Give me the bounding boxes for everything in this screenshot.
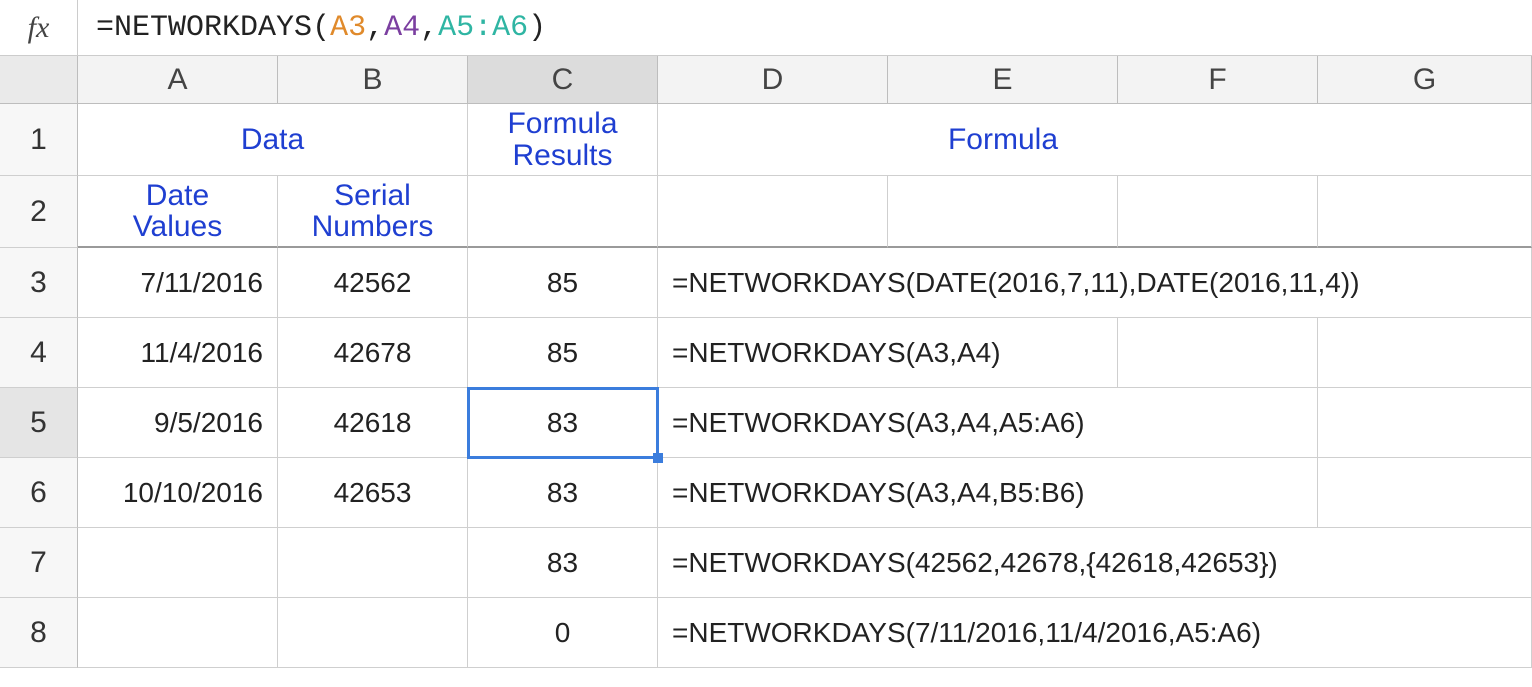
cell-G1[interactable] [1318,104,1532,176]
header-formula-results-2: Results [512,140,612,172]
header-serial-numbers-2: Numbers [312,211,434,243]
cell-E1[interactable]: Formula [888,104,1118,176]
column-header-row: A B C D E F G [0,56,1532,104]
cell-A2[interactable]: Date Values [78,176,278,248]
fx-icon[interactable]: fx [0,0,78,55]
row-6: 6 10/10/2016 42653 83 =NETWORKDAYS(A3,A4… [0,458,1532,528]
cell-G4[interactable] [1318,318,1532,388]
formula-text-D8: =NETWORKDAYS(7/11/2016,11/4/2016,A5:A6) [672,617,1261,649]
cell-C2[interactable] [468,176,658,248]
cell-C1[interactable]: Formula Results [468,104,658,176]
spreadsheet-grid[interactable]: A B C D E F G 1 Data Formula Results For… [0,56,1532,668]
cell-G7[interactable] [1318,528,1532,598]
cell-C4[interactable]: 85 [468,318,658,388]
col-header-A[interactable]: A [78,56,278,104]
row-header-1[interactable]: 1 [0,104,78,176]
cell-D5[interactable]: =NETWORKDAYS(A3,A4,A5:A6) [658,388,888,458]
formula-text-D3: =NETWORKDAYS(DATE(2016,7,11),DATE(2016,1… [672,267,1360,299]
formula-token-fn: NETWORKDAYS [114,11,312,45]
col-header-D[interactable]: D [658,56,888,104]
formula-bar: fx =NETWORKDAYS(A3,A4,A5:A6) [0,0,1532,56]
cell-B2[interactable]: Serial Numbers [278,176,468,248]
header-date-values-2: Values [133,211,223,243]
col-header-C[interactable]: C [468,56,658,104]
cell-G5[interactable] [1318,388,1532,458]
cell-B7[interactable] [278,528,468,598]
col-header-F[interactable]: F [1118,56,1318,104]
cell-B5[interactable]: 42618 [278,388,468,458]
cell-F6[interactable] [1118,458,1318,528]
row-1: 1 Data Formula Results Formula [0,104,1532,176]
row-4: 4 11/4/2016 42678 85 =NETWORKDAYS(A3,A4) [0,318,1532,388]
cell-B6[interactable]: 42653 [278,458,468,528]
formula-text-D7: =NETWORKDAYS(42562,42678,{42618,42653}) [672,547,1278,579]
cell-C7[interactable]: 83 [468,528,658,598]
select-all-corner[interactable] [0,56,78,104]
col-header-G[interactable]: G [1318,56,1532,104]
header-formula-results-1: Formula [507,108,617,140]
row-5: 5 9/5/2016 42618 83 =NETWORKDAYS(A3,A4,A… [0,388,1532,458]
cell-G2[interactable] [1318,176,1532,248]
cell-C5[interactable]: 83 [468,388,658,458]
cell-A7[interactable] [78,528,278,598]
row-7: 7 83 =NETWORKDAYS(42562,42678,{42618,426… [0,528,1532,598]
cell-D3[interactable]: =NETWORKDAYS(DATE(2016,7,11),DATE(2016,1… [658,248,888,318]
cell-B3[interactable]: 42562 [278,248,468,318]
formula-token-c1: , [366,11,384,45]
cell-A8[interactable] [78,598,278,668]
cell-A4[interactable]: 11/4/2016 [78,318,278,388]
cell-D8[interactable]: =NETWORKDAYS(7/11/2016,11/4/2016,A5:A6) [658,598,888,668]
formula-token-a4: A4 [384,11,420,45]
cell-F1[interactable] [1118,104,1318,176]
cell-F4[interactable] [1118,318,1318,388]
header-formula-label: Formula [948,123,1058,156]
cell-D4[interactable]: =NETWORKDAYS(A3,A4) [658,318,888,388]
cell-D7[interactable]: =NETWORKDAYS(42562,42678,{42618,42653}) [658,528,888,598]
cell-C6[interactable]: 83 [468,458,658,528]
col-header-E[interactable]: E [888,56,1118,104]
row-3: 3 7/11/2016 42562 85 =NETWORKDAYS(DATE(2… [0,248,1532,318]
cell-B8[interactable] [278,598,468,668]
formula-token-range: A5:A6 [438,11,528,45]
row-header-2[interactable]: 2 [0,176,78,248]
col-header-B[interactable]: B [278,56,468,104]
cell-F5[interactable] [1118,388,1318,458]
formula-token-c2: , [420,11,438,45]
formula-input[interactable]: =NETWORKDAYS(A3,A4,A5:A6) [78,0,1532,55]
cell-G8[interactable] [1318,598,1532,668]
cell-A5[interactable]: 9/5/2016 [78,388,278,458]
cell-D6[interactable]: =NETWORKDAYS(A3,A4,B5:B6) [658,458,888,528]
cell-C8[interactable]: 0 [468,598,658,668]
header-serial-numbers-1: Serial [334,180,411,212]
cell-D2[interactable] [658,176,888,248]
cell-G6[interactable] [1318,458,1532,528]
cell-E2[interactable] [888,176,1118,248]
cell-A3[interactable]: 7/11/2016 [78,248,278,318]
row-header-7[interactable]: 7 [0,528,78,598]
cell-F2[interactable] [1118,176,1318,248]
formula-text-D6: =NETWORKDAYS(A3,A4,B5:B6) [672,477,1085,509]
formula-token-a3: A3 [330,11,366,45]
row-header-5[interactable]: 5 [0,388,78,458]
cell-C3[interactable]: 85 [468,248,658,318]
header-date-values-1: Date [146,180,209,212]
formula-text-D4: =NETWORKDAYS(A3,A4) [672,337,1001,369]
row-header-4[interactable]: 4 [0,318,78,388]
header-data-label: Data [241,123,304,156]
cell-B1[interactable]: Data [278,104,468,176]
cell-D1[interactable] [658,104,888,176]
cell-B4[interactable]: 42678 [278,318,468,388]
row-2: 2 Date Values Serial Numbers [0,176,1532,248]
formula-token-close: ) [528,11,546,45]
row-header-8[interactable]: 8 [0,598,78,668]
formula-token-eq: = [96,11,114,45]
formula-text-D5: =NETWORKDAYS(A3,A4,A5:A6) [672,407,1085,439]
cell-A6[interactable]: 10/10/2016 [78,458,278,528]
formula-token-open: ( [312,11,330,45]
row-header-6[interactable]: 6 [0,458,78,528]
row-header-3[interactable]: 3 [0,248,78,318]
row-8: 8 0 =NETWORKDAYS(7/11/2016,11/4/2016,A5:… [0,598,1532,668]
